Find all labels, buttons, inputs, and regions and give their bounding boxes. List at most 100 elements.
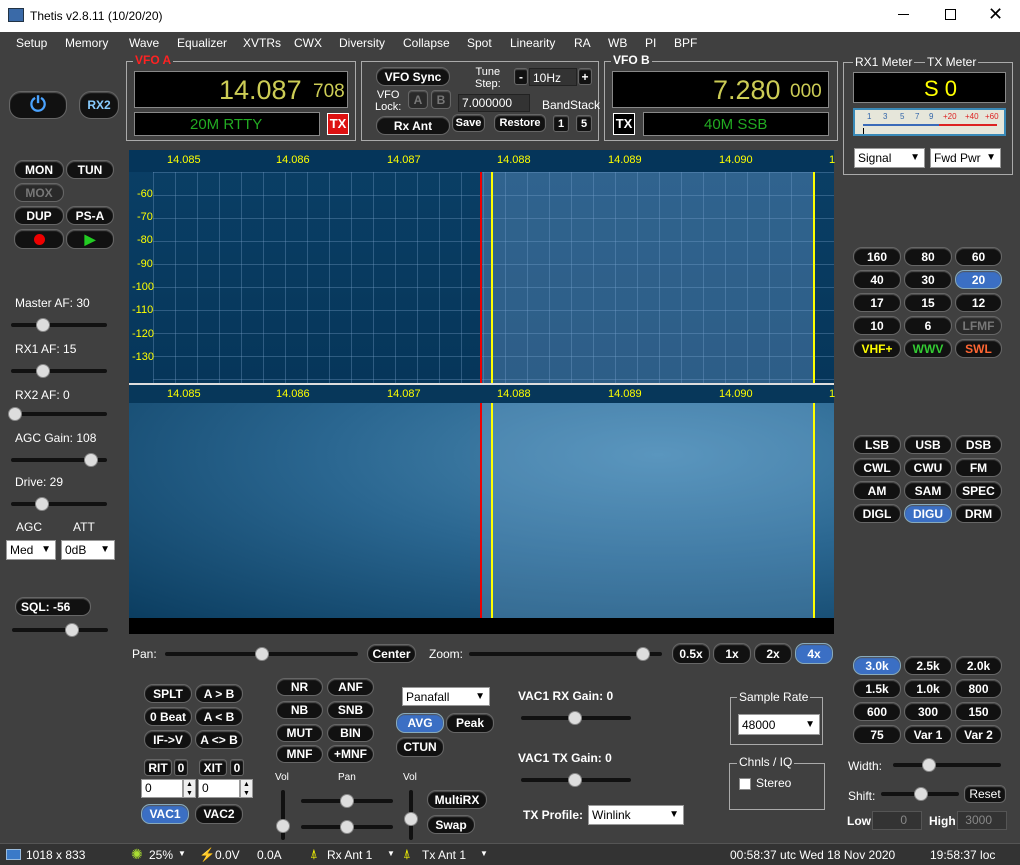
menu-collapse[interactable]: Collapse	[403, 36, 450, 50]
a-from-b-button[interactable]: A < B	[195, 707, 243, 726]
band-160-button[interactable]: 160	[853, 247, 901, 266]
spectrum-area[interactable]: 14.085 14.086 14.087 14.088 14.089 14.09…	[129, 150, 835, 383]
bandstack-5-button[interactable]: 5	[576, 115, 592, 132]
shift-knob[interactable]	[914, 787, 928, 801]
vac1-button[interactable]: VAC1	[141, 804, 189, 824]
tune-step-minus[interactable]: -	[514, 68, 528, 85]
ps-a-button[interactable]: PS-A	[66, 206, 114, 225]
sql-button[interactable]: SQL: -56	[15, 597, 91, 616]
xit-button[interactable]: XIT	[199, 759, 227, 776]
mon-button[interactable]: MON	[14, 160, 64, 179]
band-80-button[interactable]: 80	[904, 247, 952, 266]
power-button[interactable]: ⏻	[9, 91, 67, 119]
mode-drm-button[interactable]: DRM	[955, 504, 1002, 523]
filter-var2-button[interactable]: Var 2	[955, 725, 1002, 744]
filter-75-button[interactable]: 75	[853, 725, 901, 744]
xit-spinner[interactable]: ▲ ▼	[240, 779, 253, 798]
maximize-icon[interactable]	[945, 9, 956, 20]
record-button[interactable]	[14, 229, 64, 249]
if-v-button[interactable]: IF->V	[144, 730, 192, 749]
save-button[interactable]: Save	[452, 114, 485, 132]
filter-300-button[interactable]: 300	[904, 702, 952, 721]
menu-memory[interactable]: Memory	[65, 36, 108, 50]
xit-input[interactable]: 0	[198, 779, 240, 798]
bin-button[interactable]: BIN	[327, 724, 374, 742]
vac1-tx-gain-slider[interactable]	[521, 773, 631, 787]
rx-ant-button[interactable]: Rx Ant	[376, 116, 450, 135]
band-40-button[interactable]: 40	[853, 270, 901, 289]
low-field[interactable]: 0	[872, 811, 922, 830]
a-to-b-button[interactable]: A > B	[195, 684, 243, 703]
plus-mnf-button[interactable]: +MNF	[327, 745, 374, 763]
vfo-lock-b-button[interactable]: B	[431, 90, 451, 109]
band-15-button[interactable]: 15	[904, 293, 952, 312]
band-swl-button[interactable]: SWL	[955, 339, 1002, 358]
zoom-1x-button[interactable]: 1x	[713, 643, 751, 664]
rx1-af-slider[interactable]	[11, 364, 107, 378]
menu-wb[interactable]: WB	[608, 36, 627, 50]
chevron-down-icon[interactable]: ▼	[178, 849, 186, 858]
chevron-down-icon[interactable]: ▼	[387, 849, 395, 858]
zoom-slider[interactable]	[469, 647, 662, 661]
sql-knob[interactable]	[65, 623, 79, 637]
menu-bpf[interactable]: BPF	[674, 36, 697, 50]
band-10-button[interactable]: 10	[853, 316, 901, 335]
menu-xvtrs[interactable]: XVTRs	[243, 36, 281, 50]
vfo-a-frequency-display[interactable]: 14.087 708	[134, 71, 348, 108]
panadapter-display[interactable]: 14.085 14.086 14.087 14.088 14.089 14.09…	[129, 150, 835, 634]
tx-meter-select[interactable]: Fwd Pwr ▼	[930, 148, 1001, 168]
pan-small-slider-2[interactable]	[301, 820, 393, 834]
band-17-button[interactable]: 17	[853, 293, 901, 312]
menu-diversity[interactable]: Diversity	[339, 36, 385, 50]
pan-small-knob[interactable]	[340, 794, 354, 808]
sql-slider[interactable]	[12, 623, 108, 637]
vol2-slider[interactable]	[404, 790, 418, 840]
vac1-rx-gain-knob[interactable]	[568, 711, 582, 725]
shift-slider[interactable]	[881, 787, 959, 801]
vfo-a-tx-indicator[interactable]: TX	[327, 113, 349, 135]
zoom-0-5x-button[interactable]: 0.5x	[672, 643, 710, 664]
band-20-button[interactable]: 20	[955, 270, 1002, 289]
tune-step-select[interactable]: 10Hz	[529, 68, 577, 86]
vac1-rx-gain-slider[interactable]	[521, 711, 631, 725]
filter-var1-button[interactable]: Var 1	[904, 725, 952, 744]
agc-gain-slider[interactable]	[11, 453, 107, 467]
filter-150-button[interactable]: 150	[955, 702, 1002, 721]
agc-gain-knob[interactable]	[84, 453, 98, 467]
filter-600-button[interactable]: 600	[853, 702, 901, 721]
pan-knob[interactable]	[255, 647, 269, 661]
rx2-button[interactable]: RX2	[79, 91, 119, 119]
nr-button[interactable]: NR	[276, 678, 323, 696]
mut-button[interactable]: MUT	[276, 724, 323, 742]
play-button[interactable]: ▶	[66, 229, 114, 249]
filter-1-5k-button[interactable]: 1.5k	[853, 679, 901, 698]
menu-cwx[interactable]: CWX	[294, 36, 322, 50]
mode-spec-button[interactable]: SPEC	[955, 481, 1002, 500]
mode-usb-button[interactable]: USB	[904, 435, 952, 454]
sample-rate-select[interactable]: 48000 ▼	[738, 714, 820, 735]
pan-small-knob[interactable]	[340, 820, 354, 834]
restore-button[interactable]: Restore	[494, 114, 546, 132]
center-button[interactable]: Center	[367, 644, 416, 663]
menu-spot[interactable]: Spot	[467, 36, 492, 50]
mode-digl-button[interactable]: DIGL	[853, 504, 901, 523]
band-wwv-button[interactable]: WWV	[904, 339, 952, 358]
mode-dsb-button[interactable]: DSB	[955, 435, 1002, 454]
zoom-4x-button[interactable]: 4x	[795, 643, 833, 664]
vfo-lock-a-button[interactable]: A	[408, 90, 428, 109]
multirx-button[interactable]: MultiRX	[427, 790, 487, 809]
waterfall-area[interactable]: 14.085 14.086 14.087 14.088 14.089 14.09…	[129, 385, 835, 618]
agc-select[interactable]: Med ▼	[6, 540, 56, 560]
swap-button[interactable]: Swap	[427, 815, 475, 834]
menu-pi[interactable]: PI	[645, 36, 656, 50]
zero-beat-button[interactable]: 0 Beat	[144, 707, 192, 726]
mode-lsb-button[interactable]: LSB	[853, 435, 901, 454]
mode-fm-button[interactable]: FM	[955, 458, 1002, 477]
drive-slider[interactable]	[11, 497, 107, 511]
pan-small-slider-1[interactable]	[301, 794, 393, 808]
chevron-down-icon[interactable]: ▼	[480, 849, 488, 858]
ctun-button[interactable]: CTUN	[396, 737, 444, 757]
zoom-2x-button[interactable]: 2x	[754, 643, 792, 664]
vol-slider[interactable]	[276, 790, 290, 840]
mode-cwl-button[interactable]: CWL	[853, 458, 901, 477]
